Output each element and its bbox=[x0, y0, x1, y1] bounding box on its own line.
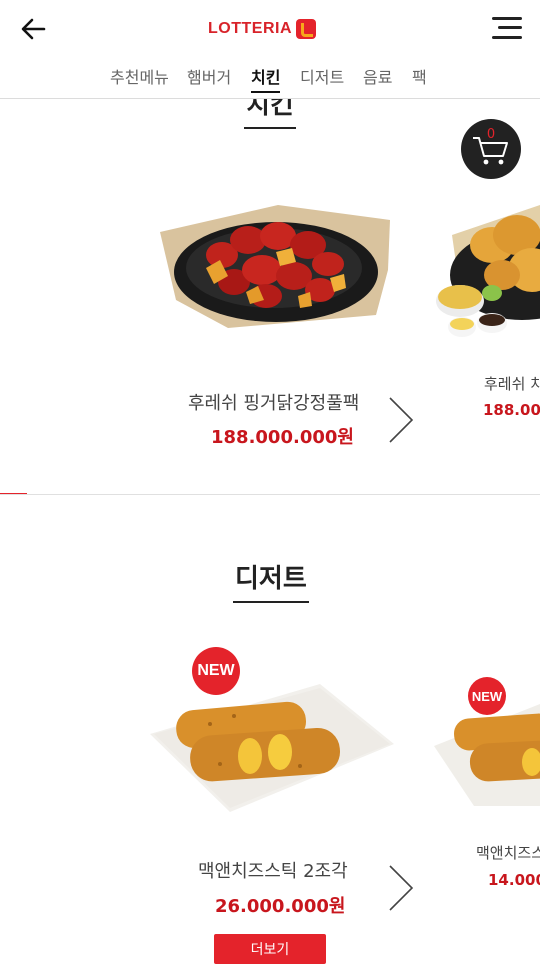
product-name[interactable]: 맥앤치즈스 bbox=[476, 842, 540, 863]
category-tabs: 추천메뉴 햄버거 치킨 디저트 음료 팩 bbox=[0, 64, 540, 93]
tab-drink[interactable]: 음료 bbox=[363, 64, 392, 88]
dessert-section-title: 디저트 bbox=[233, 558, 309, 603]
tab-pack[interactable]: 팩 bbox=[412, 64, 427, 88]
logo-text: LOTTERIA bbox=[208, 20, 292, 37]
product-price: 26.000.000원 bbox=[215, 896, 346, 917]
chicken-product-image-2[interactable] bbox=[432, 205, 540, 350]
tab-dessert[interactable]: 디저트 bbox=[300, 64, 344, 88]
tab-burger[interactable]: 햄버거 bbox=[187, 64, 231, 88]
logo-badge-icon bbox=[296, 19, 316, 39]
product-name[interactable]: 후레쉬 치 bbox=[484, 373, 540, 394]
back-arrow-icon[interactable] bbox=[18, 12, 52, 46]
chevron-right-icon[interactable] bbox=[386, 864, 416, 912]
chevron-right-icon[interactable] bbox=[386, 396, 416, 444]
section-divider bbox=[0, 494, 540, 495]
new-badge: NEW bbox=[192, 647, 240, 695]
dessert-product-image-2[interactable] bbox=[434, 702, 540, 806]
lotteria-logo[interactable]: LOTTERIA bbox=[208, 17, 316, 41]
tab-chicken[interactable]: 치킨 bbox=[251, 64, 281, 93]
product-name[interactable]: 후레쉬 핑거닭강정풀팩 bbox=[188, 389, 359, 415]
hamburger-menu-icon[interactable] bbox=[492, 14, 522, 42]
dessert-product-image[interactable] bbox=[150, 684, 394, 812]
product-price: 188.000.0 bbox=[483, 401, 540, 419]
new-badge: NEW bbox=[468, 677, 506, 715]
cart-icon bbox=[473, 137, 508, 165]
cart-button[interactable]: 0 bbox=[461, 119, 521, 179]
chicken-product-image[interactable] bbox=[158, 200, 394, 335]
product-price: 188.000.000원 bbox=[211, 427, 354, 448]
product-price: 14.000.0 bbox=[488, 871, 540, 889]
product-name[interactable]: 맥앤치즈스틱 2조각 bbox=[198, 857, 348, 883]
header: LOTTERIA 추천메뉴 햄버거 치킨 디저트 음료 팩 bbox=[0, 0, 540, 99]
tab-recommended[interactable]: 추천메뉴 bbox=[110, 64, 169, 88]
